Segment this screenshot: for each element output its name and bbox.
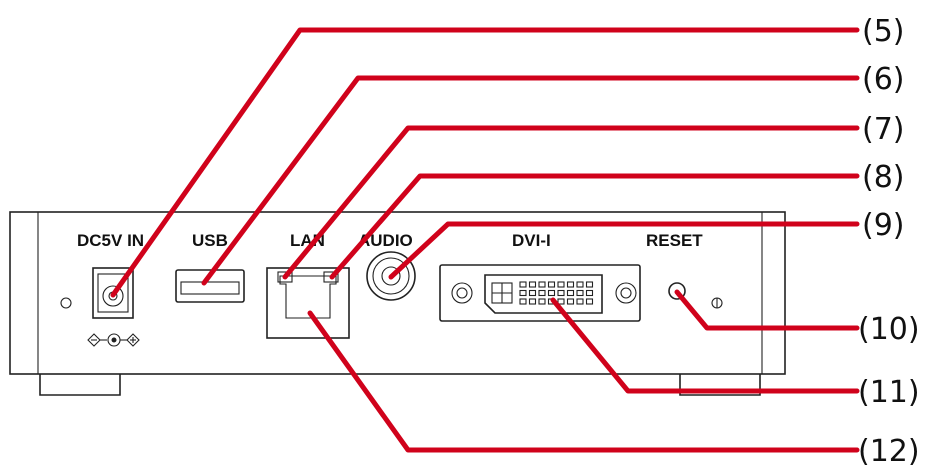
dc-in-label: DC5V IN [77, 231, 144, 250]
leader-9 [388, 221, 860, 280]
callout-11: (11) [858, 375, 920, 410]
left-foot [39, 374, 121, 396]
dvi-pin [566, 298, 575, 305]
lan-port [266, 267, 350, 339]
dvi-port [439, 264, 641, 322]
dvi-pin [528, 281, 537, 288]
dvi-pin [538, 281, 546, 288]
dvi-pin [585, 289, 594, 297]
dvi-analog-pins [491, 282, 513, 304]
polarity-icon [87, 333, 140, 347]
dvi-pin [585, 281, 594, 288]
reset-label: RESET [646, 231, 703, 250]
right-screw-icon [711, 297, 723, 309]
dvi-pin [519, 281, 527, 288]
dvi-pin [528, 298, 537, 305]
dvi-pin [538, 289, 546, 297]
dvi-pin [547, 289, 556, 297]
callout-9: (9) [862, 208, 905, 243]
dvi-pin [566, 281, 575, 288]
callout-12: (12) [858, 434, 920, 469]
callout-8: (8) [862, 160, 905, 195]
dvi-pin [576, 298, 584, 305]
usb-label: USB [192, 231, 228, 250]
leader-6 [201, 75, 860, 286]
left-screw-hole [60, 297, 72, 309]
callout-6: (6) [862, 62, 905, 97]
dvi-label: DVI-I [512, 231, 551, 250]
callout-5: (5) [862, 14, 905, 49]
dvi-pin [547, 281, 556, 288]
leader-10 [674, 289, 860, 331]
dvi-pin [557, 281, 565, 288]
callout-7: (7) [862, 112, 905, 147]
dvi-pin [528, 289, 537, 297]
dvi-pin [576, 289, 584, 297]
rear-panel-diagram: DC5V IN USB LAN AUDIO DVI-I RESET (5) (6… [9, 14, 920, 469]
leader-7 [282, 125, 860, 280]
dvi-pin [566, 289, 575, 297]
callout-10: (10) [858, 312, 920, 347]
dvi-pin [557, 289, 565, 297]
dvi-pin [519, 298, 527, 305]
dvi-pin [576, 281, 584, 288]
dvi-pin [519, 289, 527, 297]
dvi-pin [585, 298, 594, 305]
dvi-pin [538, 298, 546, 305]
